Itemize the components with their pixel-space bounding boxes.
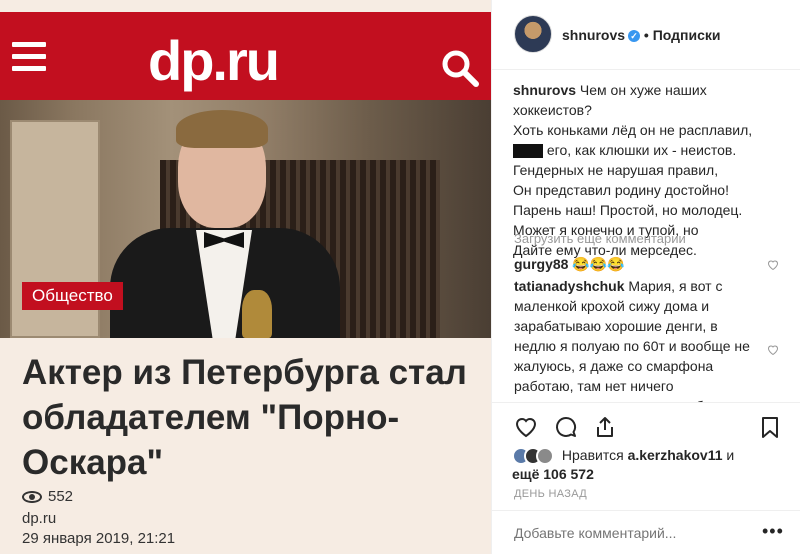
caption-line: Гендерных не нарушая правил, bbox=[513, 162, 719, 178]
like-heart-icon[interactable] bbox=[514, 415, 538, 439]
load-more-comments-button[interactable]: Загрузить еще комментарии bbox=[514, 231, 686, 246]
comment-bubble-icon[interactable] bbox=[554, 415, 578, 439]
dp-logo: dp.ru bbox=[148, 29, 280, 92]
add-comment-bar: ••• bbox=[492, 510, 800, 554]
comments-list: gurgy88 😂😂😂 tatianadyshchuk Мария, я вот… bbox=[492, 250, 800, 402]
article-headline: Актер из Петербурга стал обладателем "По… bbox=[22, 353, 467, 482]
post-header: shnurovs ✓ • Подписки bbox=[492, 0, 800, 70]
separator-dot: • bbox=[643, 27, 649, 43]
avatar[interactable] bbox=[514, 15, 552, 53]
instagram-post-view: dp.ru Общество Актер из Петербурга стал … bbox=[0, 0, 800, 554]
likes-more[interactable]: ещё 106 572 bbox=[512, 466, 594, 482]
post-image[interactable]: dp.ru Общество Актер из Петербурга стал … bbox=[0, 0, 491, 554]
post-actions bbox=[492, 402, 800, 448]
hamburger-menu-icon bbox=[12, 42, 46, 71]
views-count: 552 bbox=[48, 488, 74, 505]
comment-like-heart-icon[interactable] bbox=[767, 344, 779, 355]
likes-summary[interactable]: Нравится a.kerzhakov11 и ещё 106 572 bbox=[512, 446, 792, 484]
post-side-panel: shnurovs ✓ • Подписки shnurovs Чем он хуж… bbox=[491, 0, 800, 554]
caption-line: Хоть коньками лёд он не расплавил, bbox=[513, 122, 753, 138]
caption-line: Чем он хуже наших bbox=[579, 82, 707, 98]
article-date: 29 января 2019, 21:21 bbox=[22, 530, 176, 547]
likes-prefix: Нравится bbox=[561, 447, 624, 463]
caption-author[interactable]: shnurovs bbox=[513, 82, 576, 98]
dp-site-header: dp.ru bbox=[0, 12, 491, 100]
eye-icon bbox=[22, 490, 42, 503]
caption-line: Парень наш! Простой, но молодец. bbox=[513, 202, 743, 218]
redacted-word bbox=[513, 144, 543, 159]
liker-avatar bbox=[536, 447, 554, 466]
verified-badge-icon: ✓ bbox=[628, 30, 641, 43]
comment-author[interactable]: tatianadyshchuk bbox=[514, 278, 624, 294]
follow-button[interactable]: Подписки bbox=[653, 27, 721, 43]
caption-line: хоккеистов? bbox=[513, 102, 592, 118]
comment-like-heart-icon[interactable] bbox=[767, 259, 779, 270]
search-icon bbox=[442, 50, 479, 87]
post-header-user: shnurovs ✓ • Подписки bbox=[562, 27, 720, 43]
comment-item: gurgy88 😂😂😂 bbox=[514, 254, 762, 274]
photo-person-hair bbox=[176, 110, 268, 148]
photo-award-statue bbox=[242, 290, 272, 338]
likes-user[interactable]: a.kerzhakov11 bbox=[628, 447, 723, 463]
comment-author[interactable]: gurgy88 bbox=[514, 256, 568, 272]
more-options-icon[interactable]: ••• bbox=[762, 521, 784, 542]
add-comment-input[interactable] bbox=[514, 525, 744, 541]
comment-text: Мария, я вот с маленкой крохой сижу дома… bbox=[514, 278, 750, 402]
bookmark-icon[interactable] bbox=[758, 415, 782, 439]
post-time: ДЕНЬ НАЗАД bbox=[514, 488, 587, 500]
caption-line: его, как клюшки их - неистов. bbox=[546, 142, 737, 158]
username-link[interactable]: shnurovs bbox=[562, 27, 625, 43]
share-icon[interactable] bbox=[593, 415, 617, 439]
views-counter: 552 bbox=[22, 488, 73, 505]
comment-item: tatianadyshchuk Мария, я вот с маленкой … bbox=[514, 276, 762, 402]
caption-line: Он представил родину достойно! bbox=[513, 182, 729, 198]
likes-middle: и bbox=[726, 447, 735, 463]
article-source: dp.ru bbox=[22, 510, 57, 527]
comment-text: 😂😂😂 bbox=[572, 256, 625, 272]
category-badge: Общество bbox=[22, 282, 123, 310]
